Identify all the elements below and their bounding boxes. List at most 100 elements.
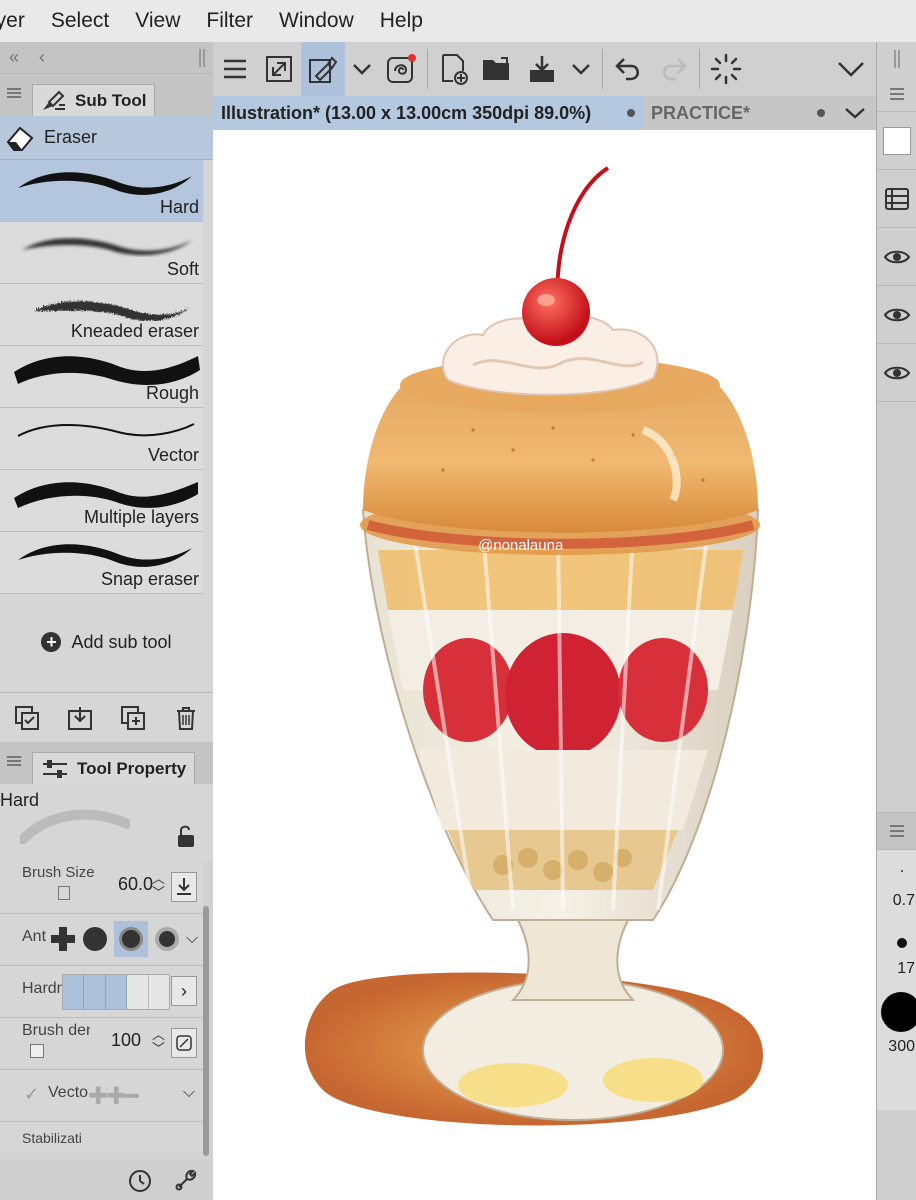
menu-help[interactable]: Help — [367, 9, 436, 33]
unlock-icon[interactable] — [175, 824, 197, 848]
right-dock: 0.7 17 300 — [876, 42, 916, 1200]
aa-none-icon[interactable] — [50, 926, 76, 952]
sub-tool-panel-header: Sub Tool — [0, 74, 213, 116]
brush-size-17[interactable]: 17 — [877, 960, 916, 978]
stepper-icon[interactable]: ︿ ﹀ — [152, 1028, 165, 1056]
trash-icon[interactable] — [173, 705, 199, 731]
panel-menu-icon[interactable] — [7, 88, 21, 98]
brush-size-row: Brush Size 60.0 ︿ ﹀ — [0, 862, 203, 914]
parfait-illustration: @nonalauna — [304, 166, 763, 1126]
brush-size-label: Brush Size — [22, 864, 95, 881]
import-icon[interactable] — [67, 705, 93, 731]
color-swatch-icon[interactable] — [877, 112, 916, 170]
chevron-right-icon[interactable]: › — [171, 976, 197, 1006]
density-pressure-checkbox[interactable] — [30, 1044, 44, 1058]
menu-bar: ayer Select View Filter Window Help — [0, 0, 916, 42]
unsaved-dot-icon[interactable] — [817, 109, 825, 117]
brush-size-dot[interactable] — [897, 938, 907, 948]
panel-menu-icon[interactable] — [877, 812, 916, 850]
rough-stroke-preview — [14, 356, 200, 385]
vector-eraser-check-icon[interactable]: ✓ — [24, 1084, 39, 1105]
hamburger-menu-icon[interactable] — [213, 42, 257, 96]
tool-group-eraser[interactable]: Eraser — [0, 116, 213, 160]
redo-icon[interactable] — [651, 42, 695, 96]
loading-spinner-icon[interactable] — [704, 42, 748, 96]
brush-size-dot[interactable] — [881, 992, 916, 1032]
slash-box-icon — [176, 1035, 192, 1051]
collapse-dock-icon[interactable]: « — [0, 47, 28, 68]
chevron-down-icon[interactable] — [345, 42, 379, 96]
pen-pressure-toggle[interactable] — [58, 886, 70, 900]
copy-settings-icon[interactable] — [14, 705, 40, 731]
undo-icon[interactable] — [607, 42, 651, 96]
chevron-down-icon[interactable]: ⌵ — [183, 1084, 195, 1102]
plus-circle-icon: + — [41, 632, 62, 652]
drawing-canvas[interactable]: @nonalauna — [213, 130, 876, 1200]
add-sub-tool-button[interactable]: + Add sub tool — [0, 592, 213, 692]
eye-icon[interactable] — [877, 286, 916, 344]
sub-tool-kneaded-eraser[interactable]: Kneaded eraser — [0, 284, 203, 346]
density-settings-button[interactable] — [171, 1028, 197, 1058]
tab-practice[interactable]: PRACTICE* — [643, 96, 833, 130]
tab-sub-tool[interactable]: Sub Tool — [32, 84, 156, 116]
tab-tool-property[interactable]: Tool Property — [32, 752, 196, 784]
panel-menu-icon[interactable] — [877, 76, 916, 112]
dock-grip-icon[interactable] — [199, 48, 205, 67]
menu-window[interactable]: Window — [266, 9, 367, 33]
brush-size-value[interactable]: 60.0 — [118, 874, 153, 895]
panel-menu-icon[interactable] — [7, 756, 21, 766]
sub-tool-hard[interactable]: Hard — [0, 160, 203, 222]
open-folder-icon[interactable] — [476, 42, 520, 96]
vector-mode-icons[interactable]: ✚✚━ — [88, 1082, 139, 1111]
brush-size-palette: 0.7 17 300 — [877, 850, 916, 1110]
sub-tool-label: Vector — [147, 445, 199, 465]
menu-select[interactable]: Select — [38, 9, 122, 33]
aa-weak-icon[interactable] — [82, 926, 108, 952]
tab-list-chevron-icon[interactable] — [833, 96, 876, 130]
left-dock: « ‹ Sub Tool Eraser Hard Soft Kneaded er… — [0, 42, 213, 1200]
toolbar-divider — [699, 49, 700, 89]
tool-group-label: Eraser — [44, 127, 98, 147]
chevron-down-icon[interactable] — [826, 42, 876, 96]
sub-tool-snap-eraser[interactable]: Snap eraser — [0, 532, 203, 594]
new-file-icon[interactable] — [432, 42, 476, 96]
quick-access-icon[interactable] — [379, 42, 423, 96]
brush-size-dot[interactable] — [901, 870, 903, 872]
brush-density-value[interactable]: 100 — [111, 1030, 141, 1051]
eye-icon[interactable] — [877, 228, 916, 286]
tab-illustration[interactable]: Illustration* (13.00 x 13.00cm 350dpi 89… — [213, 96, 643, 130]
duplicate-icon[interactable] — [120, 705, 146, 731]
brush-size-300[interactable]: 300 — [877, 1038, 916, 1056]
layer-property-icon[interactable] — [877, 170, 916, 228]
brush-size-0-7[interactable]: 0.7 — [877, 892, 916, 910]
sub-tool-vector[interactable]: Vector — [0, 408, 203, 470]
sub-tool-actions — [0, 692, 213, 742]
vector-eraser-row: ✓ Vecto ✚✚━ ⌵ — [0, 1070, 203, 1122]
dock-grip-icon[interactable] — [877, 42, 916, 76]
eyedropper-icon[interactable] — [301, 42, 345, 96]
sub-tool-rough[interactable]: Rough — [0, 346, 203, 408]
hardness-slider[interactable] — [62, 974, 170, 1010]
fit-screen-icon[interactable] — [257, 42, 301, 96]
save-icon[interactable] — [520, 42, 564, 96]
sub-tool-multiple-layers[interactable]: Multiple layers — [0, 470, 203, 532]
sub-tool-soft[interactable]: Soft — [0, 222, 203, 284]
menu-view[interactable]: View — [122, 9, 193, 33]
aa-strong-icon[interactable] — [154, 926, 180, 952]
sliders-icon — [43, 759, 67, 778]
brush-size-save-button[interactable] — [171, 872, 197, 902]
eraser-icon — [6, 126, 34, 151]
timer-icon[interactable] — [127, 1167, 153, 1193]
tool-property-scrollbar[interactable] — [203, 906, 209, 1156]
unsaved-dot-icon[interactable] — [627, 109, 635, 117]
chevron-down-icon[interactable] — [564, 42, 598, 96]
aa-medium-icon[interactable] — [114, 921, 148, 957]
menu-filter[interactable]: Filter — [193, 9, 266, 33]
chevron-left-icon[interactable]: ‹ — [28, 47, 56, 68]
menu-layer[interactable]: ayer — [0, 9, 38, 33]
stepper-icon[interactable]: ︿ ﹀ — [152, 872, 165, 900]
eye-icon[interactable] — [877, 344, 916, 402]
chevron-down-icon[interactable]: ⌵ — [186, 930, 198, 948]
vector-eraser-label: Vecto — [48, 1084, 88, 1101]
wrench-icon[interactable] — [173, 1167, 199, 1193]
